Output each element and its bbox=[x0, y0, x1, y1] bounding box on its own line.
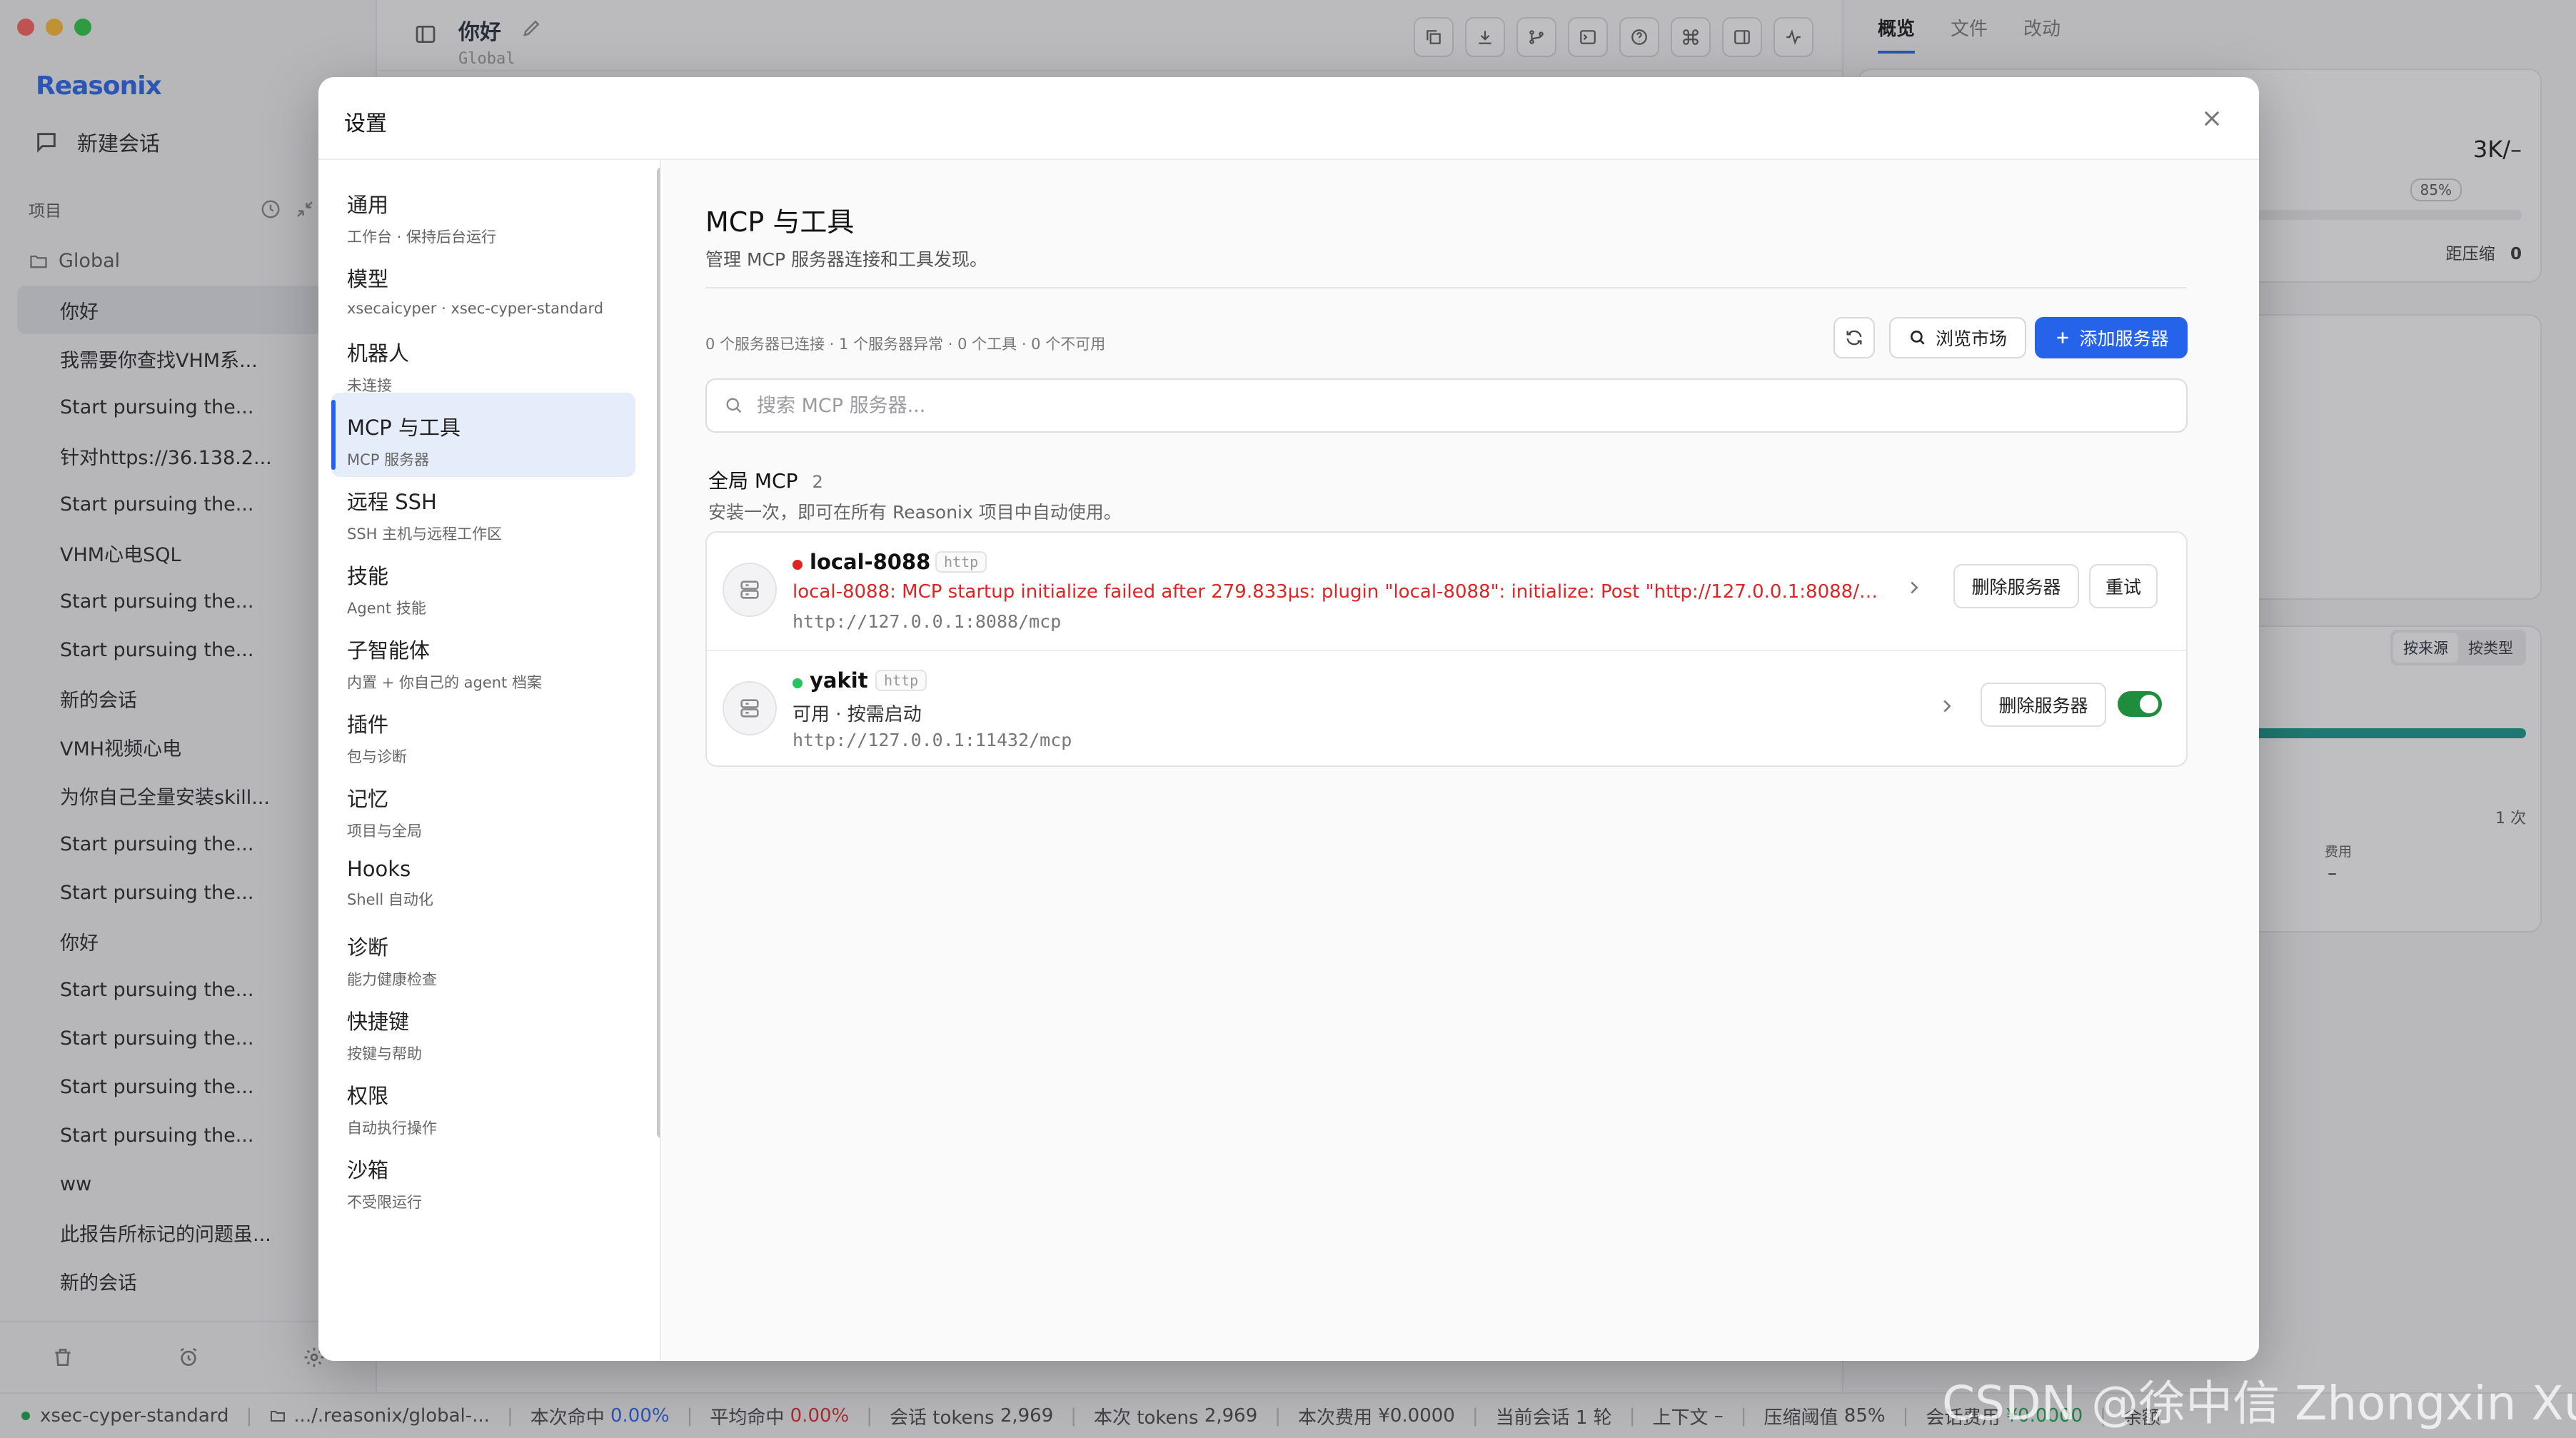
settings-nav: 通用 工作台 · 保持后台运行模型 xsecaicyper · xsec-cyper… bbox=[318, 160, 661, 1361]
server-url: http://127.0.0.1:11432/mcp bbox=[793, 730, 1072, 750]
settings-title: 设置 bbox=[344, 111, 387, 136]
global-mcp-count: 2 bbox=[812, 472, 823, 492]
mcp-stats: 0 个服务器已连接 · 1 个服务器异常 · 0 个工具 · 0 个不可用 bbox=[705, 336, 1106, 353]
settings-nav-title: 权限 bbox=[347, 1084, 389, 1108]
add-server-button[interactable]: 添加服务器 bbox=[2035, 317, 2188, 358]
server-error-message: local-8088: MCP startup initialize faile… bbox=[793, 581, 1888, 603]
global-mcp-title: 全局 MCP bbox=[708, 469, 798, 493]
close-icon[interactable] bbox=[2196, 103, 2228, 134]
server-name: local-8088 bbox=[810, 550, 931, 574]
browse-market-label: 浏览市场 bbox=[1935, 328, 2007, 349]
server-name: yakit bbox=[810, 668, 868, 693]
refresh-button[interactable] bbox=[1833, 317, 1875, 358]
page-subtitle: 管理 MCP 服务器连接和工具发现。 bbox=[705, 249, 987, 270]
settings-nav-item[interactable]: 权限 自动执行操作 bbox=[331, 1061, 635, 1145]
status-dot bbox=[793, 560, 803, 570]
transport-badge: http bbox=[935, 551, 987, 573]
browse-market-button[interactable]: 浏览市场 bbox=[1889, 317, 2026, 358]
delete-server-button[interactable]: 删除服务器 bbox=[1953, 564, 2079, 608]
settings-nav-scrollbar[interactable] bbox=[657, 167, 660, 1138]
settings-nav-item[interactable]: 诊断 能力健康检查 bbox=[331, 912, 635, 997]
global-mcp-description: 安装一次，即可在所有 Reasonix 项目中自动使用。 bbox=[708, 502, 1122, 523]
server-url: http://127.0.0.1:8088/mcp bbox=[793, 611, 1062, 632]
transport-badge: http bbox=[875, 670, 927, 691]
delete-server-button[interactable]: 删除服务器 bbox=[1981, 683, 2106, 727]
settings-nav-item[interactable]: 模型 xsecaicyper · xsec-cyper-standard bbox=[331, 244, 635, 328]
settings-nav-item[interactable]: 插件 包与诊断 bbox=[331, 690, 635, 774]
settings-nav-item[interactable]: MCP 与工具 MCP 服务器 bbox=[331, 393, 635, 477]
settings-nav-title: 模型 bbox=[347, 267, 389, 291]
settings-nav-title: 沙箱 bbox=[347, 1158, 389, 1182]
settings-nav-title: 通用 bbox=[347, 193, 389, 217]
settings-header: 设置 bbox=[318, 77, 2259, 160]
server-enable-toggle[interactable] bbox=[2118, 691, 2162, 717]
settings-nav-title: 远程 SSH bbox=[347, 490, 437, 514]
settings-nav-item[interactable]: 通用 工作台 · 保持后台运行 bbox=[331, 170, 635, 254]
search-icon bbox=[1908, 328, 1927, 347]
mcp-settings-panel: MCP 与工具 管理 MCP 服务器连接和工具发现。 0 个服务器已连接 · 1… bbox=[663, 160, 2259, 1361]
status-dot bbox=[793, 678, 803, 688]
add-server-label: 添加服务器 bbox=[2079, 328, 2169, 349]
server-status-message: 可用 · 按需启动 bbox=[793, 704, 922, 725]
global-mcp-heading: 全局 MCP 2 bbox=[708, 466, 823, 494]
settings-nav-item[interactable]: 沙箱 不受限运行 bbox=[331, 1135, 635, 1220]
settings-nav-item[interactable]: 机器人 未连接 bbox=[331, 318, 635, 403]
settings-nav-title: 插件 bbox=[347, 713, 389, 737]
settings-nav-item[interactable]: 技能 Agent 技能 bbox=[331, 541, 635, 625]
settings-nav-title: MCP 与工具 bbox=[347, 416, 461, 440]
settings-nav-subtitle: xsecaicyper · xsec-cyper-standard bbox=[347, 300, 604, 317]
divider bbox=[705, 287, 2186, 288]
plus-icon bbox=[2053, 328, 2072, 347]
mcp-server-row-local-8088[interactable]: local-8088 http local-8088: MCP startup … bbox=[707, 533, 2186, 648]
mcp-server-list: local-8088 http local-8088: MCP startup … bbox=[705, 531, 2188, 767]
chevron-right-icon[interactable] bbox=[1936, 695, 1958, 717]
server-icon bbox=[723, 681, 777, 735]
settings-nav-item[interactable]: 子智能体 内置 + 你自己的 agent 档案 bbox=[331, 615, 635, 700]
mcp-server-row-yakit[interactable]: yakit http 可用 · 按需启动 http://127.0.0.1:11… bbox=[707, 650, 2186, 765]
settings-nav-title: 快捷键 bbox=[347, 1010, 410, 1034]
settings-nav-item[interactable]: 远程 SSH SSH 主机与远程工作区 bbox=[331, 467, 635, 551]
settings-nav-title: 子智能体 bbox=[347, 638, 431, 663]
settings-nav-title: 机器人 bbox=[347, 341, 410, 366]
chevron-right-icon[interactable] bbox=[1903, 577, 1925, 598]
mcp-search-input[interactable] bbox=[757, 394, 2113, 417]
settings-nav-title: 诊断 bbox=[347, 935, 389, 960]
refresh-icon bbox=[1844, 328, 1864, 348]
settings-nav-subtitle: 不受限运行 bbox=[347, 1194, 422, 1211]
settings-nav-title: 记忆 bbox=[347, 787, 389, 811]
search-icon bbox=[724, 396, 744, 416]
page-title: MCP 与工具 bbox=[705, 206, 855, 238]
server-icon bbox=[723, 563, 777, 617]
mcp-search-box[interactable] bbox=[705, 378, 2188, 433]
settings-dialog: 设置 通用 工作台 · 保持后台运行模型 xsecaicyper · xsec-cy… bbox=[318, 77, 2259, 1361]
settings-nav-item[interactable]: Hooks Shell 自动化 bbox=[331, 838, 635, 922]
settings-nav-title: Hooks bbox=[347, 857, 411, 881]
watermark: CSDN @徐中信 Zhongxin Xu bbox=[1942, 1376, 2576, 1431]
retry-button[interactable]: 重试 bbox=[2089, 564, 2158, 608]
settings-nav-subtitle: Shell 自动化 bbox=[347, 891, 433, 908]
settings-nav-item[interactable]: 记忆 项目与全局 bbox=[331, 764, 635, 848]
settings-nav-item[interactable]: 快捷键 按键与帮助 bbox=[331, 987, 635, 1071]
settings-nav-title: 技能 bbox=[347, 564, 389, 588]
